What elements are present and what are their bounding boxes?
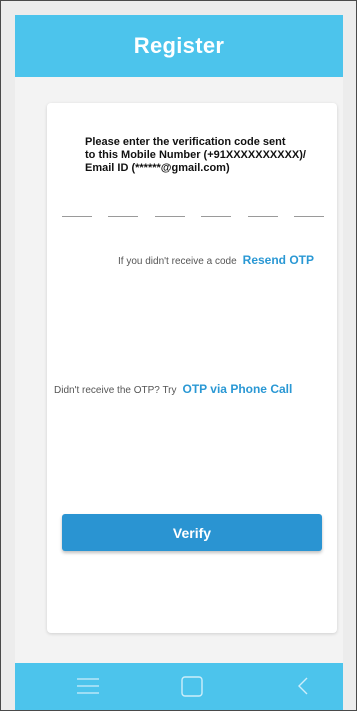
app-header: Register: [15, 15, 343, 77]
verify-button[interactable]: Verify: [62, 514, 322, 551]
back-icon[interactable]: [293, 674, 313, 698]
otp-phone-call-link[interactable]: OTP via Phone Call: [183, 382, 293, 396]
phone-call-row: Didn't receive the OTP? Try OTP via Phon…: [54, 382, 292, 396]
resend-prompt: If you didn't receive a code: [118, 256, 237, 267]
otp-input-group: [62, 216, 324, 218]
resend-row: If you didn't receive a code Resend OTP: [118, 253, 314, 267]
otp-digit-field[interactable]: [108, 216, 139, 217]
page-title: Register: [133, 33, 225, 58]
menu-icon[interactable]: [75, 674, 101, 698]
instruction-line-3: Email ID (******@gmail.com): [85, 162, 230, 174]
bottom-nav-bar: [15, 663, 343, 710]
phone-call-prompt: Didn't receive the OTP? Try: [54, 385, 177, 396]
otp-digit-field[interactable]: [293, 216, 324, 217]
otp-digit-field[interactable]: [247, 216, 278, 217]
phone-frame: Register Please enter the verification c…: [0, 0, 357, 711]
otp-digit-field[interactable]: [62, 216, 92, 217]
verification-card: [47, 103, 337, 633]
otp-digit-field[interactable]: [154, 216, 185, 217]
home-icon[interactable]: [179, 674, 205, 698]
instruction-line-2: to this Mobile Number (+91XXXXXXXXXX)/: [85, 149, 306, 161]
resend-otp-link[interactable]: Resend OTP: [243, 253, 314, 267]
otp-digit-field[interactable]: [201, 216, 232, 217]
verification-instruction: Please enter the verification code sent …: [85, 136, 330, 175]
instruction-line-1: Please enter the verification code sent: [85, 136, 286, 148]
